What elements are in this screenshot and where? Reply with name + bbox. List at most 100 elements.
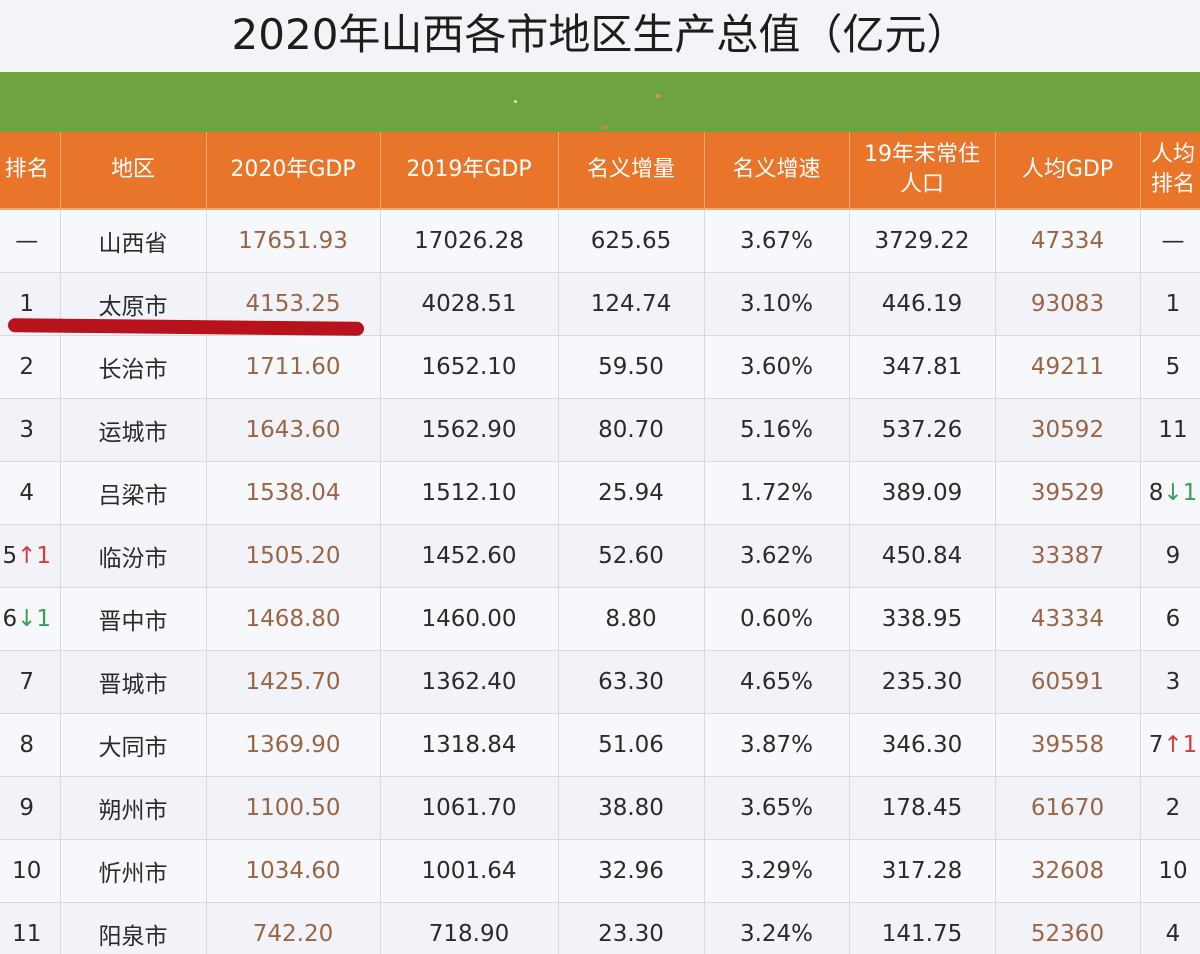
- cell-growth: 3.65%: [704, 776, 850, 840]
- header-gdp-2019: 2019年GDP: [380, 132, 559, 210]
- cell-increment-value: 52.60: [598, 543, 664, 569]
- cell-growth: 3.60%: [704, 335, 850, 399]
- cell-gdp-2020: 1034.60: [206, 839, 381, 903]
- gdp-table: 排名 地区 2020年GDP 2019年GDP 名义增量 名义增速 19年末常住…: [0, 132, 1200, 954]
- cell-increment-value: 51.06: [598, 732, 664, 758]
- cell-gdp-2019: 1001.64: [380, 839, 559, 903]
- cell-per-capita-rank-value: 10: [1158, 858, 1188, 884]
- cell-increment-value: 63.30: [598, 669, 664, 695]
- cell-region-value: 大同市: [98, 735, 168, 761]
- cell-rank: 5↑1: [0, 524, 61, 588]
- cell-gdp-2019: 1452.60: [380, 524, 559, 588]
- cell-rank-value: 7: [19, 669, 35, 695]
- cell-per-capita-rank: 7↑1: [1140, 713, 1200, 777]
- cell-per-capita-rank-value: 11: [1158, 417, 1188, 443]
- cell-per-capita-value: 61670: [1030, 795, 1105, 821]
- cell-per-capita-value: 49211: [1030, 354, 1105, 380]
- cell-increment: 23.30: [558, 902, 705, 954]
- cell-per-capita-value: 43334: [1030, 606, 1105, 632]
- cell-population: 178.45: [849, 776, 996, 840]
- page-title: 2020年山西各市地区生产总值（亿元）: [0, 0, 1200, 72]
- cell-per-capita-value: 60591: [1030, 669, 1105, 695]
- cell-population-value: 347.81: [881, 354, 963, 380]
- cell-gdp-2019: 1318.84: [380, 713, 559, 777]
- cell-per-capita-rank-value: 4: [1165, 921, 1181, 947]
- cell-population: 347.81: [849, 335, 996, 399]
- cell-per-capita-value: 93083: [1030, 291, 1105, 317]
- cell-rank-value: 5: [2, 543, 18, 569]
- cell-gdp-2019: 1362.40: [380, 650, 559, 714]
- cell-increment-value: 80.70: [598, 417, 664, 443]
- cell-population: 446.19: [849, 272, 996, 336]
- cell-gdp-2019-value: 4028.51: [421, 291, 517, 317]
- cell-region: 运城市: [60, 398, 207, 462]
- cell-population-value: 317.28: [881, 858, 963, 884]
- cell-growth: 3.62%: [704, 524, 850, 588]
- cell-rank-value: 6: [2, 606, 18, 632]
- cell-per-capita-rank-value: —: [1161, 228, 1185, 254]
- cell-rank: 11: [0, 902, 61, 954]
- cell-increment: 32.96: [558, 839, 705, 903]
- cell-gdp-2019: 1562.90: [380, 398, 559, 462]
- cell-gdp-2020: 1643.60: [206, 398, 381, 462]
- cell-per-capita: 39529: [995, 461, 1141, 525]
- cell-population-value: 446.19: [881, 291, 963, 317]
- cell-rank: 6↓1: [0, 587, 61, 651]
- cell-rank: 8: [0, 713, 61, 777]
- table-row: 7 晋城市 1425.70 1362.40 63.30 4.65% 235.30 60591 3: [0, 650, 1200, 714]
- cell-gdp-2019-value: 718.90: [428, 921, 510, 947]
- cell-per-capita-value: 39558: [1030, 732, 1105, 758]
- cell-rank-value: 8: [19, 732, 35, 758]
- cell-increment-value: 23.30: [598, 921, 664, 947]
- cell-per-capita-rank: 9: [1140, 524, 1200, 588]
- cell-per-capita-rank-value: 1: [1165, 291, 1181, 317]
- cell-gdp-2019: 1061.70: [380, 776, 559, 840]
- cell-gdp-2020: 742.20: [206, 902, 381, 954]
- cell-region-value: 晋中市: [98, 609, 168, 635]
- cell-region: 吕梁市: [60, 461, 207, 525]
- cell-gdp-2020-value: 1468.80: [245, 606, 341, 632]
- cell-per-capita: 33387: [995, 524, 1141, 588]
- cell-population-value: 178.45: [881, 795, 963, 821]
- cell-gdp-2020: 1369.90: [206, 713, 381, 777]
- cell-per-capita-rank: —: [1140, 209, 1200, 273]
- table-row: 10 忻州市 1034.60 1001.64 32.96 3.29% 317.28 32608…: [0, 839, 1200, 903]
- cell-population-value: 537.26: [881, 417, 963, 443]
- cell-per-capita: 43334: [995, 587, 1141, 651]
- cell-rank: 3: [0, 398, 61, 462]
- cell-gdp-2020: 1425.70: [206, 650, 381, 714]
- cell-gdp-2019: 718.90: [380, 902, 559, 954]
- banner-speck: [514, 100, 517, 103]
- cell-region: 阳泉市: [60, 902, 207, 954]
- cell-gdp-2019-value: 1652.10: [421, 354, 517, 380]
- cell-gdp-2019-value: 1460.00: [421, 606, 517, 632]
- header-population-line1: 19年末常住: [864, 142, 980, 167]
- cell-growth: 0.60%: [704, 587, 850, 651]
- page: 2020年山西各市地区生产总值（亿元） 排名 地区 2020年GDP 2019年…: [0, 0, 1200, 954]
- cell-rank: 9: [0, 776, 61, 840]
- cell-population: 3729.22: [849, 209, 996, 273]
- cell-increment-value: 25.94: [598, 480, 664, 506]
- cell-increment: 80.70: [558, 398, 705, 462]
- cell-gdp-2020-value: 1100.50: [245, 795, 341, 821]
- cell-growth-value: 3.62%: [739, 543, 814, 569]
- cell-gdp-2020-value: 1034.60: [245, 858, 341, 884]
- cell-rank: 7: [0, 650, 61, 714]
- cell-gdp-2020: 1711.60: [206, 335, 381, 399]
- cell-growth-value: 3.60%: [739, 354, 814, 380]
- cell-increment-value: 32.96: [598, 858, 664, 884]
- cell-population: 235.30: [849, 650, 996, 714]
- cell-per-capita-rank: 2: [1140, 776, 1200, 840]
- cell-per-capita-rank-value: 9: [1165, 543, 1181, 569]
- table-row: 5↑1 临汾市 1505.20 1452.60 52.60 3.62% 450.84 3338…: [0, 524, 1200, 588]
- cell-increment-value: 38.80: [598, 795, 664, 821]
- cell-growth-value: 3.24%: [739, 921, 814, 947]
- header-population: 19年末常住 人口: [849, 132, 996, 210]
- cell-region-value: 运城市: [98, 420, 168, 446]
- cell-per-capita: 32608: [995, 839, 1141, 903]
- cell-region: 忻州市: [60, 839, 207, 903]
- cell-region-value: 吕梁市: [98, 483, 168, 509]
- cell-increment: 25.94: [558, 461, 705, 525]
- table-row: 4 吕梁市 1538.04 1512.10 25.94 1.72% 389.09 39529 8…: [0, 461, 1200, 525]
- cell-gdp-2019-value: 1061.70: [421, 795, 517, 821]
